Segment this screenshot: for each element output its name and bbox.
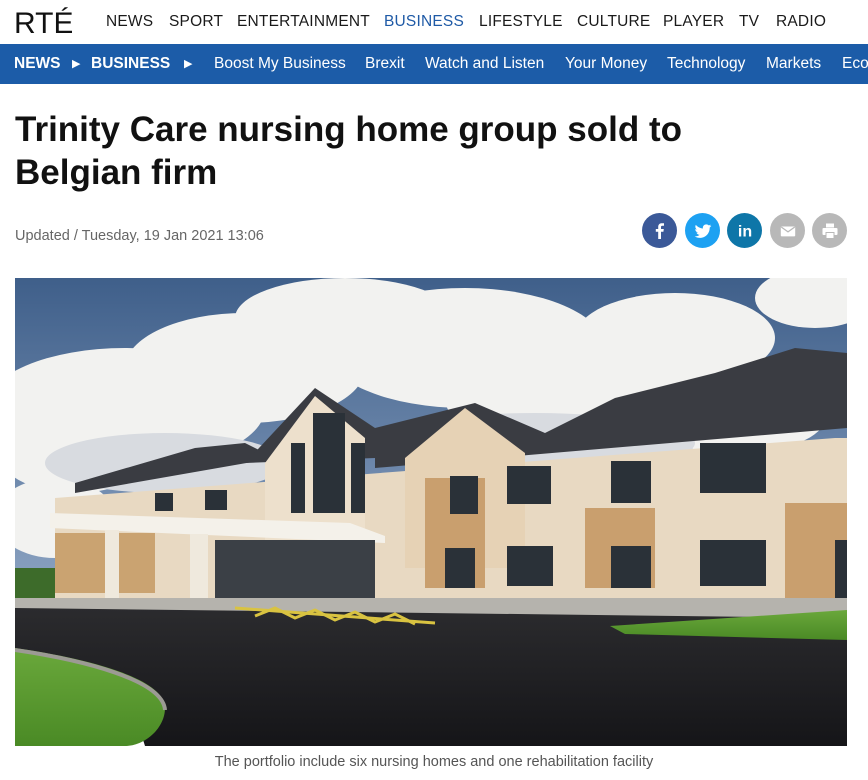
nav-radio[interactable]: Radio: [776, 13, 826, 31]
linkedin-share-button[interactable]: in: [727, 213, 762, 248]
linkedin-icon: in: [737, 223, 751, 240]
nav-culture[interactable]: Culture: [577, 13, 650, 31]
subnav-eco[interactable]: Eco: [842, 55, 868, 73]
facebook-share-button[interactable]: [642, 213, 677, 248]
print-icon: [822, 223, 837, 239]
print-share-button[interactable]: [812, 213, 847, 248]
nav-tv[interactable]: TV: [739, 13, 759, 31]
breadcrumb-news[interactable]: NEWS: [14, 55, 61, 73]
section-navigation: NEWS ▶ BUSINESS ▶ Boost My Business Brex…: [0, 44, 868, 84]
svg-text:in: in: [737, 223, 751, 240]
email-share-button[interactable]: [770, 213, 805, 248]
subnav-your-money[interactable]: Your Money: [565, 55, 647, 73]
email-icon: [780, 225, 795, 236]
rte-logo[interactable]: RTÉ: [14, 5, 72, 39]
nav-business[interactable]: Business: [384, 13, 464, 31]
breadcrumb-arrow-icon: ▶: [184, 58, 193, 70]
twitter-share-button[interactable]: [685, 213, 720, 248]
article-updated-timestamp: Updated / Tuesday, 19 Jan 2021 13:06: [15, 228, 264, 244]
facebook-icon: [655, 222, 664, 239]
nav-lifestyle[interactable]: Lifestyle: [479, 13, 563, 31]
subnav-markets[interactable]: Markets: [766, 55, 821, 73]
nav-sport[interactable]: Sport: [169, 13, 223, 31]
nav-news[interactable]: News: [106, 13, 153, 31]
subnav-boost-my-business[interactable]: Boost My Business: [214, 55, 346, 73]
breadcrumb-business[interactable]: BUSINESS: [91, 55, 170, 73]
top-navigation: RTÉ News Sport Entertainment Business Li…: [0, 0, 868, 44]
image-caption: The portfolio include six nursing homes …: [214, 754, 654, 770]
twitter-icon: [694, 223, 711, 238]
article-hero-image: [15, 278, 847, 746]
breadcrumb-arrow-icon: ▶: [72, 58, 81, 70]
nav-player[interactable]: Player: [663, 13, 724, 31]
nav-entertainment[interactable]: Entertainment: [237, 13, 370, 31]
subnav-brexit[interactable]: Brexit: [365, 55, 405, 73]
svg-text:RTÉ: RTÉ: [14, 7, 72, 39]
subnav-technology[interactable]: Technology: [667, 55, 745, 73]
article-headline: Trinity Care nursing home group sold to …: [15, 110, 682, 192]
subnav-watch-and-listen[interactable]: Watch and Listen: [425, 55, 544, 73]
